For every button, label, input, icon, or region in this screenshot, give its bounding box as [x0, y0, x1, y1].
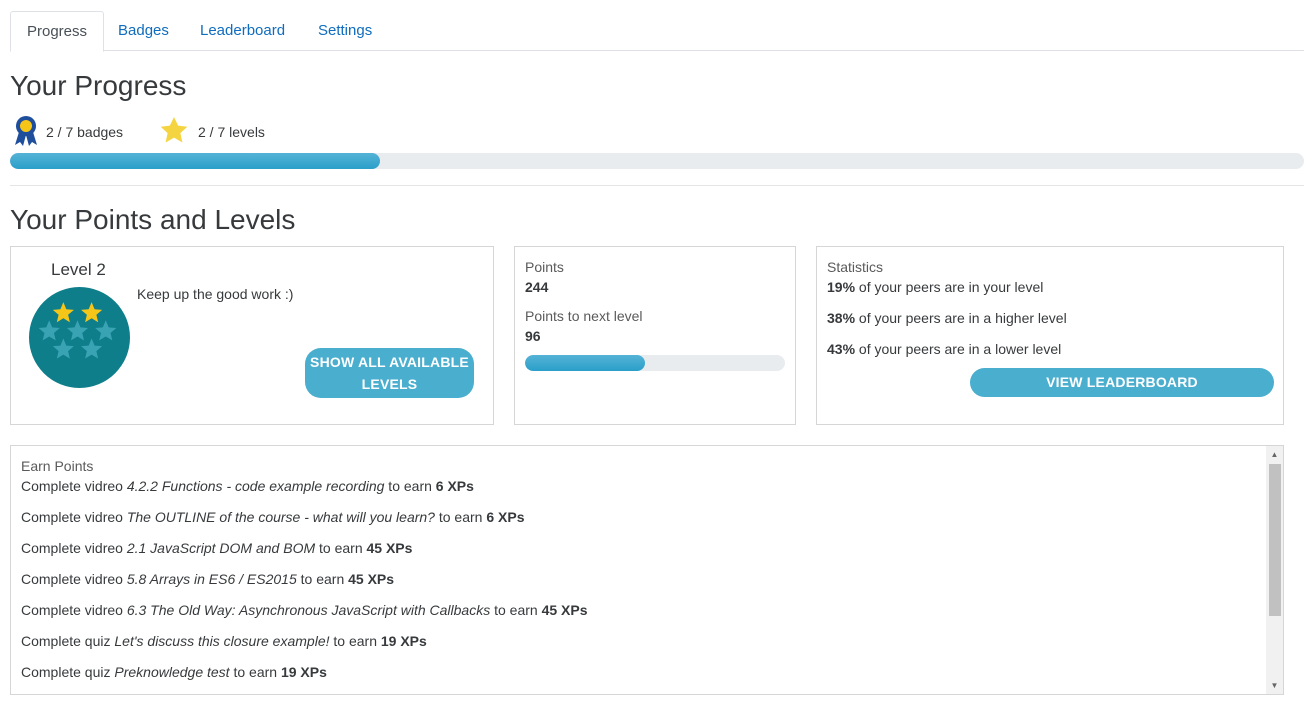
earn-points-panel: Earn Points Complete vidreo 4.2.2 Functi… — [10, 445, 1284, 695]
view-leaderboard-button[interactable]: VIEW LEADERBOARD — [970, 368, 1274, 397]
scroll-thumb[interactable] — [1269, 464, 1281, 616]
stat-higher-level: 38% of your peers are in a higher level — [827, 310, 1067, 326]
tab-bar: Progress Badges Leaderboard Settings — [10, 11, 1304, 52]
level-message: Keep up the good work :) — [137, 286, 294, 302]
progress-heading: Your Progress — [10, 70, 187, 101]
overall-progress-bar — [10, 153, 1304, 169]
tab-settings[interactable]: Settings — [302, 11, 388, 51]
tab-badges[interactable]: Badges — [102, 11, 185, 51]
list-item: Complete vidreo 6.3 The Old Way: Asynchr… — [21, 602, 588, 618]
scroll-down-icon[interactable]: ▼ — [1266, 677, 1283, 694]
scroll-up-icon[interactable]: ▲ — [1266, 446, 1283, 463]
list-item: Complete vidreo 2.1 JavaScript DOM and B… — [21, 540, 413, 556]
list-item: Complete quiz Preknowledge test to earn … — [21, 664, 327, 680]
next-level-progress-bar — [525, 355, 785, 371]
points-value: 244 — [525, 279, 549, 295]
scrollbar[interactable]: ▲ ▼ — [1266, 446, 1283, 694]
list-item: Complete quiz Let's discuss this closure… — [21, 633, 427, 649]
show-all-levels-line2: LEVELS — [361, 376, 418, 392]
list-item: Complete vidreo The OUTLINE of the cours… — [21, 509, 525, 525]
level-panel: Level 2 Keep up the good work :) SHOW AL… — [10, 246, 494, 425]
tab-progress[interactable]: Progress — [10, 11, 105, 52]
next-level-value: 96 — [525, 328, 541, 344]
ribbon-medal-icon — [14, 115, 46, 150]
points-levels-heading: Your Points and Levels — [10, 204, 296, 235]
next-level-label: Points to next level — [525, 308, 643, 324]
star-icon — [158, 115, 198, 150]
stat-same-level: 19% of your peers are in your level — [827, 279, 1044, 295]
list-item: Complete vidreo 4.2.2 Functions - code e… — [21, 478, 474, 494]
show-all-levels-line1: SHOW ALL AVAILABLE — [310, 354, 469, 370]
divider — [10, 185, 1304, 186]
list-item: Complete vidreo 5.8 Arrays in ES6 / ES20… — [21, 571, 395, 587]
badges-count: 2 / 7 badges — [46, 124, 124, 140]
levels-count: 2 / 7 levels — [198, 124, 265, 140]
stat-lower-level: 43% of your peers are in a lower level — [827, 341, 1062, 357]
overall-progress-fill — [10, 153, 381, 169]
statistics-label: Statistics — [827, 259, 884, 275]
next-level-progress-fill — [525, 355, 645, 371]
tab-leaderboard[interactable]: Leaderboard — [184, 11, 301, 51]
show-all-levels-button[interactable]: SHOW ALL AVAILABLE LEVELS — [305, 348, 474, 398]
levels-summary: 2 / 7 levels — [158, 116, 265, 148]
points-label: Points — [525, 259, 564, 275]
level-badge-icon — [29, 287, 130, 393]
points-panel: Points 244 Points to next level 96 — [514, 246, 796, 425]
level-title: Level 2 — [51, 260, 106, 279]
badges-summary: 2 / 7 badges — [14, 115, 124, 150]
statistics-panel: Statistics 19% of your peers are in your… — [816, 246, 1284, 425]
earn-points-label: Earn Points — [21, 458, 94, 474]
